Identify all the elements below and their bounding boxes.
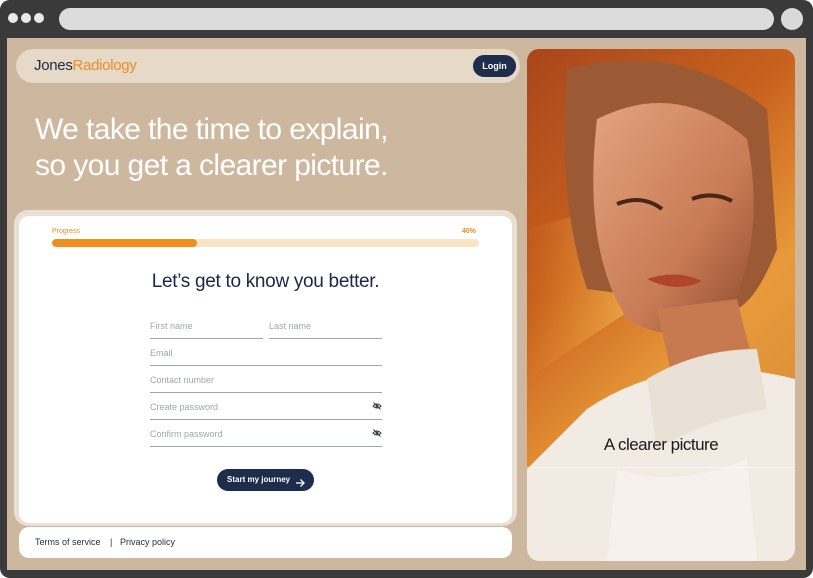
hero-heading: We take the time to explain, so you get … — [35, 112, 388, 184]
page-viewport: JonesRadiology Login We take the time to… — [7, 38, 806, 570]
create-password-placeholder: Create password — [150, 402, 219, 412]
form-title: Let’s get to know you better. — [151, 271, 380, 292]
profile-avatar[interactable] — [781, 8, 803, 30]
window-dot-minimize[interactable] — [21, 13, 31, 23]
brand-name-part1: Jones — [34, 57, 73, 74]
privacy-policy-link[interactable]: Privacy policy — [120, 537, 175, 547]
first-name-placeholder: First name — [150, 321, 193, 331]
window-dot-close[interactable] — [8, 13, 18, 23]
create-password-field[interactable]: Create password — [150, 400, 382, 420]
brand-name-part2: Radiology — [72, 57, 137, 74]
signup-form-card: Progress 40% Let’s get to know you bette… — [19, 216, 512, 523]
confirm-password-field[interactable]: Confirm password — [150, 427, 382, 447]
email-placeholder: Email — [150, 348, 173, 358]
contact-number-field[interactable]: Contact number — [150, 373, 382, 393]
last-name-field[interactable]: Last name — [269, 319, 382, 339]
image-caption: A clearer picture — [603, 435, 719, 454]
window-dot-maximize[interactable] — [34, 13, 44, 23]
start-journey-button[interactable]: Start my journey — [217, 469, 314, 491]
brand-logo[interactable]: JonesRadiology — [34, 57, 137, 74]
progress-bar-fill — [52, 239, 198, 247]
arrow-right-icon — [295, 475, 305, 497]
start-journey-label: Start my journey — [227, 475, 291, 484]
confirm-password-placeholder: Confirm password — [150, 429, 223, 439]
progress-percent: 40% — [462, 228, 477, 235]
eye-slash-icon[interactable] — [372, 401, 382, 413]
progress-bar — [52, 239, 479, 247]
eye-slash-icon[interactable] — [372, 428, 382, 440]
site-footer: Terms of service | Privacy policy — [19, 527, 512, 558]
caption-divider — [527, 467, 795, 468]
browser-chrome — [0, 0, 813, 38]
last-name-placeholder: Last name — [269, 321, 312, 331]
site-header: JonesRadiology Login — [16, 49, 520, 83]
contact-number-placeholder: Contact number — [150, 375, 215, 385]
terms-of-service-link[interactable]: Terms of service — [35, 537, 101, 547]
first-name-field[interactable]: First name — [150, 319, 263, 339]
hero-portrait-image: A clearer picture — [527, 49, 795, 561]
progress-label: Progress — [52, 228, 81, 235]
email-field[interactable]: Email — [150, 346, 382, 366]
address-bar[interactable] — [59, 8, 774, 30]
browser-window: JonesRadiology Login We take the time to… — [0, 0, 813, 578]
hero-line-1: We take the time to explain, — [35, 113, 388, 146]
hero-line-2: so you get a clearer picture. — [35, 149, 388, 182]
portrait-illustration — [527, 60, 795, 561]
footer-separator: | — [110, 537, 113, 547]
login-button[interactable]: Login — [473, 55, 516, 77]
